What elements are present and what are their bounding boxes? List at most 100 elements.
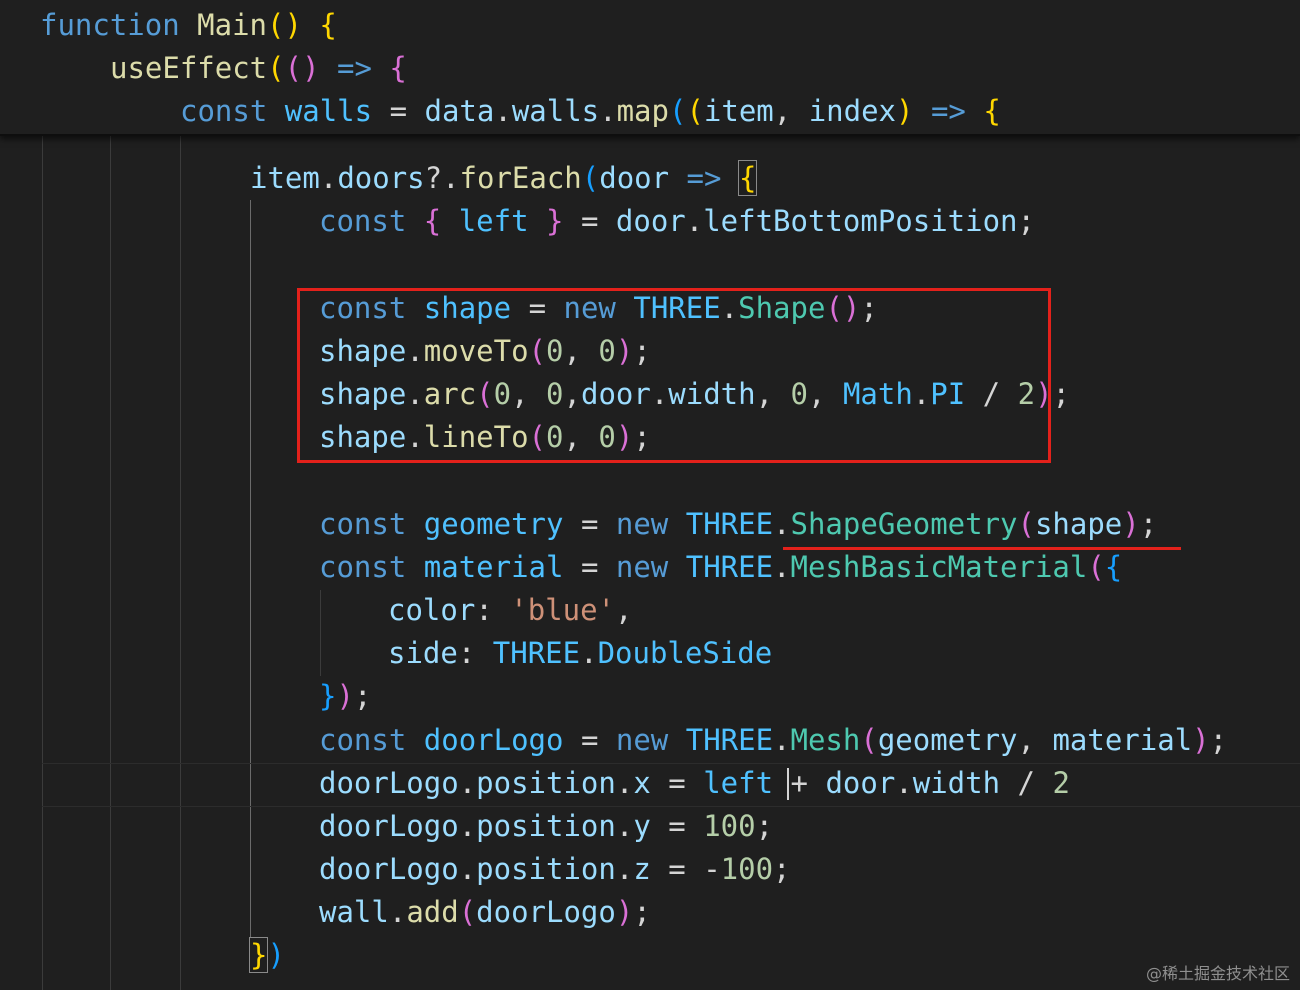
- code-line[interactable]: doorLogo.position.z = -100;: [319, 848, 791, 891]
- code-line[interactable]: const material = new THREE.MeshBasicMate…: [319, 546, 1122, 589]
- token-property: doors: [337, 161, 425, 195]
- token-operator: =: [580, 507, 599, 541]
- text-cursor: [787, 768, 789, 800]
- token-property: side: [388, 636, 458, 670]
- code-line[interactable]: const doorLogo = new THREE.Mesh(geometry…: [319, 719, 1227, 762]
- token-keyword-new: new: [615, 507, 669, 541]
- token-number: 100: [703, 809, 756, 843]
- token-function-name: useEffect: [110, 51, 268, 85]
- token-dot: .: [615, 766, 634, 800]
- token-variable: doorLogo: [423, 723, 564, 757]
- token-dot: .: [615, 852, 634, 886]
- code-line[interactable]: const { left } = door.leftBottomPosition…: [319, 200, 1035, 243]
- token-brace: {: [389, 51, 407, 85]
- token-arrow: =>: [337, 51, 372, 85]
- annotation-underline: [783, 547, 1181, 550]
- token-dot: .: [615, 809, 634, 843]
- token-operator: =: [389, 94, 408, 128]
- token-dot: .: [773, 550, 791, 584]
- token-property: leftBottomPosition: [703, 204, 1018, 238]
- token-argument: doorLogo: [476, 895, 616, 929]
- token-class: Mesh: [790, 723, 861, 757]
- token-keyword: function: [40, 8, 180, 42]
- token-semicolon: ;: [1209, 723, 1228, 757]
- token-operator: =: [668, 766, 686, 800]
- token-property: width: [912, 766, 1001, 800]
- token-paren: ): [615, 895, 634, 929]
- token-dot: .: [388, 895, 407, 929]
- token-operator: =: [580, 723, 599, 757]
- token-object: doorLogo: [319, 852, 459, 886]
- token-namespace: THREE: [685, 507, 774, 541]
- token-object: door: [825, 766, 896, 800]
- token-arrow: =>: [686, 161, 722, 195]
- code-line[interactable]: }): [248, 934, 285, 977]
- code-line[interactable]: side: THREE.DoubleSide: [388, 632, 772, 675]
- token-property: z: [633, 852, 651, 886]
- token-namespace: THREE: [685, 550, 774, 584]
- token-variable: geometry: [423, 507, 564, 541]
- token-paren: (: [860, 723, 878, 757]
- sticky-line-function-main[interactable]: function Main() {: [40, 4, 337, 47]
- token-object: door: [615, 204, 686, 238]
- token-paren: ): [336, 679, 354, 713]
- token-operator: -: [703, 852, 721, 886]
- sticky-line-walls-map[interactable]: const walls = data.walls.map((item, inde…: [180, 90, 1001, 133]
- token-paren: (: [1087, 550, 1105, 584]
- token-operator: =: [580, 550, 599, 584]
- token-property: position: [476, 809, 616, 843]
- token-arrow: =>: [930, 94, 966, 128]
- token-keyword-new: new: [615, 723, 669, 757]
- token-dot: .: [773, 723, 791, 757]
- token-paren: ): [896, 94, 914, 128]
- token-variable: material: [423, 550, 564, 584]
- token-colon: :: [475, 593, 493, 627]
- code-line[interactable]: const geometry = new THREE.ShapeGeometry…: [319, 503, 1157, 546]
- token-dot: .: [599, 94, 617, 128]
- watermark: @稀土掘金技术社区: [1145, 964, 1290, 983]
- token-paren: (: [686, 94, 704, 128]
- token-parameter: index: [808, 94, 897, 128]
- token-variable: left: [703, 766, 774, 800]
- token-paren: (): [267, 8, 302, 42]
- token-object: doorLogo: [319, 766, 459, 800]
- code-line[interactable]: });: [319, 675, 371, 718]
- code-line[interactable]: color: 'blue',: [388, 589, 632, 632]
- sticky-line-useeffect[interactable]: useEffect(() => {: [110, 47, 407, 90]
- token-semicolon: ;: [633, 895, 651, 929]
- token-method: add: [406, 895, 459, 929]
- token-semicolon: ;: [755, 809, 774, 843]
- token-property: position: [476, 766, 616, 800]
- token-brace-matched: {: [737, 160, 758, 196]
- token-keyword: const: [319, 204, 407, 238]
- code-line[interactable]: wall.add(doorLogo);: [319, 891, 651, 934]
- token-semicolon: ;: [1052, 377, 1070, 411]
- code-line[interactable]: doorLogo.position.y = 100;: [319, 805, 773, 848]
- token-variable: walls: [284, 94, 373, 128]
- token-brace: {: [319, 8, 337, 42]
- token-dot: .: [580, 636, 598, 670]
- token-dot: .: [895, 766, 913, 800]
- token-argument: geometry: [877, 723, 1018, 757]
- code-line-current[interactable]: doorLogo.position.x = left + door.width …: [319, 762, 1070, 805]
- token-semicolon: ;: [353, 679, 372, 713]
- indent-guide: [180, 136, 181, 990]
- token-paren: (): [284, 51, 320, 85]
- token-brace: {: [423, 204, 442, 238]
- code-editor[interactable]: item.doors?.forEach(door => { const { le…: [0, 0, 1300, 990]
- code-line[interactable]: item.doors?.forEach(door => {: [250, 157, 758, 200]
- token-paren: ): [1122, 507, 1140, 541]
- token-number: 100: [720, 852, 774, 886]
- indent-guide: [110, 136, 111, 990]
- token-number: 2: [1052, 766, 1070, 800]
- token-comma: ,: [615, 593, 633, 627]
- token-dot: .: [494, 94, 512, 128]
- token-brace-matched: }: [248, 937, 269, 973]
- token-function-name: Main: [197, 8, 267, 42]
- token-parameter: door: [599, 161, 670, 195]
- token-property: walls: [511, 94, 600, 128]
- sticky-scroll-header[interactable]: function Main() { useEffect(() => { cons…: [0, 0, 1300, 136]
- token-object: doorLogo: [319, 809, 459, 843]
- token-argument: material: [1052, 723, 1193, 757]
- token-method: map: [616, 94, 669, 128]
